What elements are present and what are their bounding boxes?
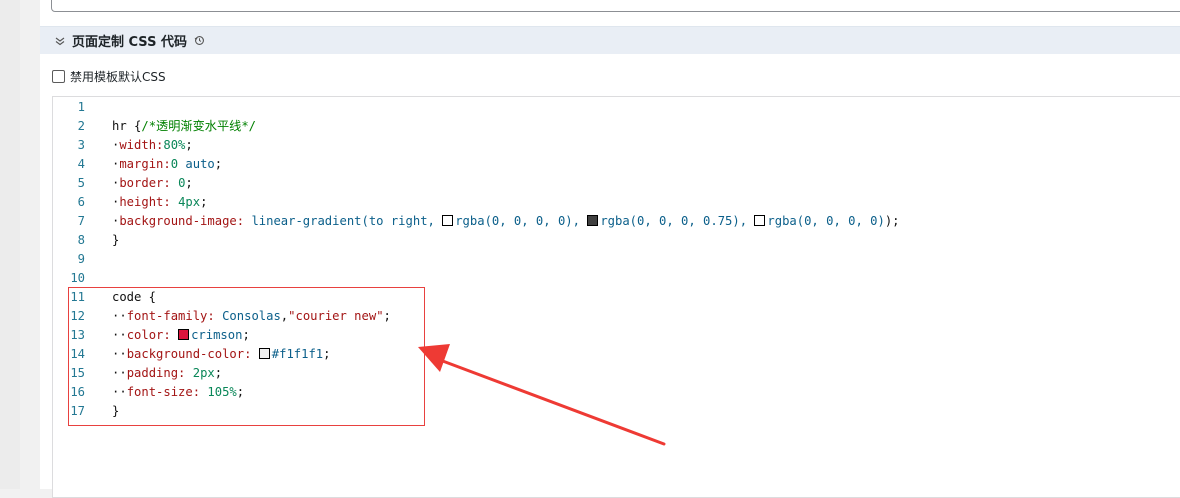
annotation-arrow xyxy=(418,344,666,446)
